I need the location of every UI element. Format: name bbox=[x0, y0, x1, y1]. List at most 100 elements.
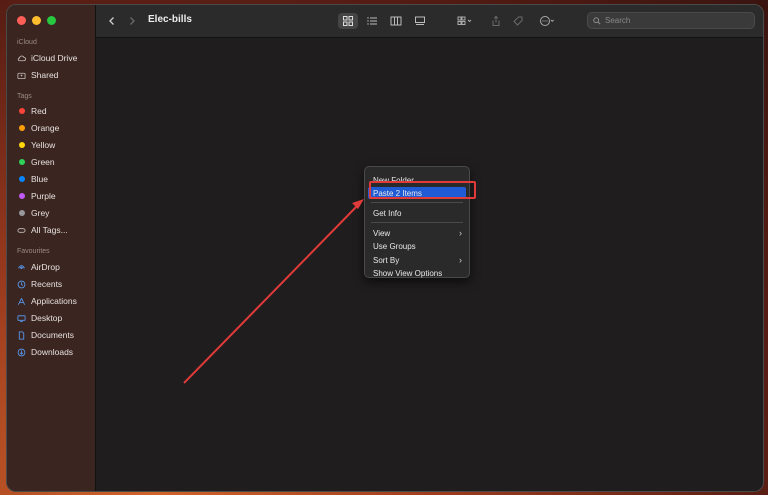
grid-icon bbox=[343, 16, 353, 26]
gallery-view-button[interactable] bbox=[412, 13, 428, 29]
sidebar-item-label: Recents bbox=[31, 279, 63, 289]
icon-view-button[interactable] bbox=[338, 13, 358, 29]
sidebar-item-label: AirDrop bbox=[31, 262, 60, 272]
document-icon bbox=[17, 330, 26, 340]
airdrop-icon bbox=[17, 263, 26, 272]
menu-item-label: Show View Options bbox=[373, 268, 443, 278]
sidebar-item-downloads[interactable]: Downloads bbox=[17, 346, 73, 358]
sidebar-item-tag-red[interactable]: Red bbox=[17, 105, 47, 117]
menu-item-label: New Folder bbox=[373, 175, 414, 185]
sidebar-item-tag-orange[interactable]: Orange bbox=[17, 122, 59, 134]
menu-item-new-folder[interactable]: New Folder bbox=[368, 174, 466, 186]
columns-icon bbox=[390, 16, 402, 26]
sidebar-item-label: Yellow bbox=[31, 140, 56, 150]
search-input[interactable] bbox=[605, 16, 745, 25]
gallery-icon bbox=[415, 16, 425, 25]
share-button[interactable] bbox=[488, 13, 504, 29]
menu-item-show-view-options[interactable]: Show View Options bbox=[368, 267, 466, 279]
sidebar-item-label: Applications bbox=[31, 296, 77, 306]
submenu-chevron-icon: › bbox=[459, 228, 462, 238]
sidebar-item-tag-yellow[interactable]: Yellow bbox=[17, 139, 55, 151]
menu-item-label: Sort By bbox=[373, 255, 400, 265]
menu-item-label: Paste 2 Items bbox=[373, 188, 422, 198]
shared-folder-icon bbox=[17, 71, 26, 80]
applications-icon bbox=[17, 297, 26, 306]
clock-icon bbox=[17, 280, 26, 289]
more-actions-button[interactable] bbox=[536, 13, 558, 29]
sidebar-item-label: Purple bbox=[31, 191, 56, 201]
search-icon bbox=[593, 16, 601, 25]
tag-green-dot bbox=[18, 159, 25, 165]
sidebar-item-applications[interactable]: Applications bbox=[17, 295, 77, 307]
sidebar-item-label: Green bbox=[31, 157, 55, 167]
menu-item-sort-by[interactable]: Sort By › bbox=[368, 254, 466, 266]
menu-separator bbox=[371, 202, 463, 203]
column-view-button[interactable] bbox=[388, 13, 404, 29]
sidebar-item-label: All Tags... bbox=[31, 225, 68, 235]
sidebar-item-tag-grey[interactable]: Grey bbox=[17, 207, 49, 219]
download-icon bbox=[17, 348, 26, 357]
window-controls bbox=[17, 16, 56, 25]
sidebar-item-icloud-drive[interactable]: iCloud Drive bbox=[17, 52, 77, 64]
sidebar-item-tag-blue[interactable]: Blue bbox=[17, 173, 48, 185]
menu-item-paste-items[interactable]: Paste 2 Items bbox=[368, 187, 466, 199]
tag-outline-icon bbox=[17, 226, 26, 235]
chevron-right-icon bbox=[130, 17, 135, 25]
zoom-window-button[interactable] bbox=[47, 16, 56, 25]
sidebar-section-icloud: iCloud bbox=[17, 39, 37, 46]
sidebar-item-shared[interactable]: Shared bbox=[17, 69, 58, 81]
back-button[interactable] bbox=[104, 13, 120, 29]
toolbar: Elec-bills bbox=[96, 5, 763, 38]
chevron-left-icon bbox=[109, 17, 114, 25]
submenu-chevron-icon: › bbox=[459, 255, 462, 265]
menu-item-view[interactable]: View › bbox=[368, 227, 466, 239]
sidebar-item-label: Blue bbox=[31, 174, 49, 184]
tag-purple-dot bbox=[18, 193, 25, 199]
sidebar-item-desktop[interactable]: Desktop bbox=[17, 312, 62, 324]
close-window-button[interactable] bbox=[17, 16, 26, 25]
sidebar-item-documents[interactable]: Documents bbox=[17, 329, 74, 341]
sidebar-section-favourites: Favourites bbox=[17, 248, 50, 255]
sidebar-section-tags: Tags bbox=[17, 93, 32, 100]
tag-button[interactable] bbox=[510, 13, 526, 29]
list-view-button[interactable] bbox=[364, 13, 380, 29]
sidebar-item-label: iCloud Drive bbox=[31, 53, 78, 63]
share-icon bbox=[492, 15, 500, 26]
minimize-window-button[interactable] bbox=[32, 16, 41, 25]
menu-item-label: Get Info bbox=[373, 208, 402, 218]
context-menu: New Folder Paste 2 Items Get Info View ›… bbox=[364, 166, 470, 278]
tag-grey-dot bbox=[18, 210, 25, 216]
list-icon bbox=[367, 17, 377, 25]
tag-orange-dot bbox=[18, 125, 25, 131]
sidebar-item-recents[interactable]: Recents bbox=[17, 278, 62, 290]
menu-item-label: Use Groups bbox=[373, 241, 416, 251]
menu-item-use-groups[interactable]: Use Groups bbox=[368, 240, 466, 252]
sidebar-item-label: Desktop bbox=[31, 313, 63, 323]
group-button[interactable] bbox=[454, 13, 476, 29]
sidebar-item-all-tags[interactable]: All Tags... bbox=[17, 224, 68, 236]
tag-blue-dot bbox=[18, 176, 25, 182]
sidebar-item-label: Downloads bbox=[31, 347, 74, 357]
tag-icon bbox=[513, 16, 523, 26]
group-grid-icon bbox=[457, 16, 472, 25]
menu-item-label: View bbox=[373, 228, 391, 238]
desktop-icon bbox=[17, 314, 26, 323]
menu-separator bbox=[371, 222, 463, 223]
sidebar-item-tag-purple[interactable]: Purple bbox=[17, 190, 56, 202]
sidebar-item-label: Shared bbox=[31, 70, 59, 80]
forward-button[interactable] bbox=[124, 13, 140, 29]
sidebar-item-label: Red bbox=[31, 106, 47, 116]
menu-item-get-info[interactable]: Get Info bbox=[368, 207, 466, 219]
cloud-icon bbox=[17, 54, 26, 63]
sidebar: iCloud iCloud Drive Shared Tags Red Oran… bbox=[7, 5, 96, 491]
sidebar-item-label: Documents bbox=[31, 330, 74, 340]
sidebar-item-label: Orange bbox=[31, 123, 60, 133]
ellipsis-circle-icon bbox=[540, 16, 554, 26]
search-field[interactable] bbox=[587, 12, 755, 29]
sidebar-item-airdrop[interactable]: AirDrop bbox=[17, 261, 60, 273]
sidebar-item-label: Grey bbox=[31, 208, 50, 218]
sidebar-item-tag-green[interactable]: Green bbox=[17, 156, 55, 168]
window-title: Elec-bills bbox=[148, 14, 192, 25]
tag-red-dot bbox=[18, 108, 25, 114]
tag-yellow-dot bbox=[18, 142, 25, 148]
